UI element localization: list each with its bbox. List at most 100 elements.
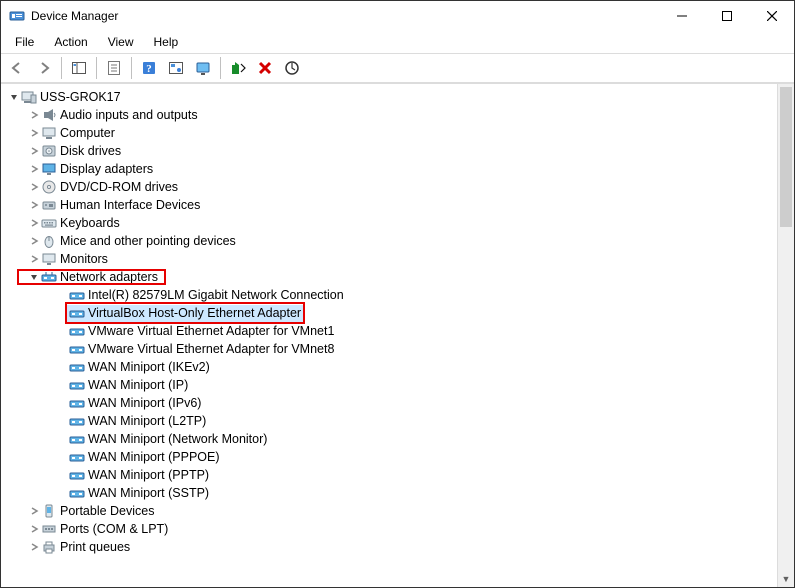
tree-category-label: Disk drives xyxy=(60,142,121,160)
disk-icon xyxy=(41,143,57,159)
tree-category[interactable]: Keyboards xyxy=(5,214,777,232)
menu-action[interactable]: Action xyxy=(46,33,95,51)
portable-icon xyxy=(41,503,57,519)
tree-category[interactable]: Mice and other pointing devices xyxy=(5,232,777,250)
tree-root[interactable]: USS-GROK17 xyxy=(5,88,777,106)
minimize-button[interactable] xyxy=(659,2,704,30)
scrollbar-thumb[interactable] xyxy=(780,87,792,227)
vertical-scrollbar[interactable]: ▲ ▼ xyxy=(777,84,794,587)
menu-help[interactable]: Help xyxy=(146,33,187,51)
chevron-right-icon[interactable] xyxy=(27,146,41,156)
tree-category[interactable]: Disk drives xyxy=(5,142,777,160)
tree-category-label: Computer xyxy=(60,124,115,142)
network-adapter-icon xyxy=(69,287,85,303)
tree-category-label: Human Interface Devices xyxy=(60,196,200,214)
uninstall-device-button[interactable] xyxy=(253,56,277,80)
properties-button[interactable] xyxy=(102,56,126,80)
tree-category[interactable]: Print queues xyxy=(5,538,777,556)
tree-category-label: Keyboards xyxy=(60,214,120,232)
tree-category[interactable]: Computer xyxy=(5,124,777,142)
toolbar: ? xyxy=(1,53,794,83)
chevron-right-icon[interactable] xyxy=(27,218,41,228)
close-button[interactable] xyxy=(749,2,794,30)
tree-category-label: Print queues xyxy=(60,538,130,556)
tree-category-label: Ports (COM & LPT) xyxy=(60,520,168,538)
menu-file[interactable]: File xyxy=(7,33,42,51)
window-controls xyxy=(659,2,794,30)
tree-category[interactable]: DVD/CD-ROM drives xyxy=(5,178,777,196)
tree-device-label: WAN Miniport (SSTP) xyxy=(88,484,209,502)
tree-device[interactable]: VirtualBox Host-Only Ethernet Adapter xyxy=(5,304,777,322)
mouse-icon xyxy=(41,233,57,249)
tree-device-label: WAN Miniport (Network Monitor) xyxy=(88,430,267,448)
chevron-right-icon[interactable] xyxy=(27,542,41,552)
network-adapter-icon xyxy=(69,413,85,429)
toolbar-separator xyxy=(131,57,132,79)
menu-view[interactable]: View xyxy=(100,33,142,51)
tree-category[interactable]: Display adapters xyxy=(5,160,777,178)
tree-device[interactable]: WAN Miniport (PPTP) xyxy=(5,466,777,484)
tree-category[interactable]: Monitors xyxy=(5,250,777,268)
tree-device[interactable]: WAN Miniport (PPPOE) xyxy=(5,448,777,466)
tree-device[interactable]: WAN Miniport (L2TP) xyxy=(5,412,777,430)
app-icon xyxy=(9,8,25,24)
toolbar-separator xyxy=(61,57,62,79)
chevron-right-icon[interactable] xyxy=(27,110,41,120)
tree-device-label: VMware Virtual Ethernet Adapter for VMne… xyxy=(88,340,334,358)
scroll-down-button[interactable]: ▼ xyxy=(778,570,794,587)
print-icon xyxy=(41,539,57,555)
chevron-right-icon[interactable] xyxy=(27,182,41,192)
tree-device-label: WAN Miniport (PPTP) xyxy=(88,466,209,484)
menu-bar: File Action View Help xyxy=(1,31,794,53)
tree-device[interactable]: WAN Miniport (IKEv2) xyxy=(5,358,777,376)
tree-category[interactable]: Audio inputs and outputs xyxy=(5,106,777,124)
enable-device-button[interactable] xyxy=(191,56,215,80)
tree-category[interactable]: Human Interface Devices xyxy=(5,196,777,214)
tree-device[interactable]: WAN Miniport (SSTP) xyxy=(5,484,777,502)
tree-category-label: Mice and other pointing devices xyxy=(60,232,236,250)
maximize-button[interactable] xyxy=(704,2,749,30)
disable-device-button[interactable] xyxy=(226,56,250,80)
help-button[interactable]: ? xyxy=(137,56,161,80)
tree-category[interactable]: Ports (COM & LPT) xyxy=(5,520,777,538)
chevron-right-icon[interactable] xyxy=(27,128,41,138)
chevron-right-icon[interactable] xyxy=(27,200,41,210)
chevron-right-icon[interactable] xyxy=(27,164,41,174)
tree-device[interactable]: Intel(R) 82579LM Gigabit Network Connect… xyxy=(5,286,777,304)
display-icon xyxy=(41,161,57,177)
tree-device-label: VMware Virtual Ethernet Adapter for VMne… xyxy=(88,322,334,340)
tree-device-label: WAN Miniport (IKEv2) xyxy=(88,358,210,376)
tree-category-label: Network adapters xyxy=(60,268,158,286)
network-adapter-icon xyxy=(69,341,85,357)
tree-category-label: DVD/CD-ROM drives xyxy=(60,178,178,196)
tree-category-network[interactable]: Network adapters xyxy=(5,268,777,286)
update-driver-button[interactable] xyxy=(164,56,188,80)
scan-hardware-button[interactable] xyxy=(280,56,304,80)
tree-device[interactable]: WAN Miniport (Network Monitor) xyxy=(5,430,777,448)
content-area: USS-GROK17 Audio inputs and outputsCompu… xyxy=(1,83,794,587)
toolbar-separator xyxy=(220,57,221,79)
chevron-right-icon[interactable] xyxy=(27,524,41,534)
chevron-right-icon[interactable] xyxy=(27,236,41,246)
tree-device-label: VirtualBox Host-Only Ethernet Adapter xyxy=(88,304,301,322)
svg-text:?: ? xyxy=(146,63,152,75)
device-tree[interactable]: USS-GROK17 Audio inputs and outputsCompu… xyxy=(1,84,777,587)
tree-device[interactable]: WAN Miniport (IP) xyxy=(5,376,777,394)
tree-category-label: Audio inputs and outputs xyxy=(60,106,198,124)
back-button[interactable] xyxy=(5,56,29,80)
chevron-right-icon[interactable] xyxy=(27,254,41,264)
tree-category[interactable]: Portable Devices xyxy=(5,502,777,520)
network-adapter-icon xyxy=(69,485,85,501)
tree-device[interactable]: VMware Virtual Ethernet Adapter for VMne… xyxy=(5,340,777,358)
tree-category-label: Monitors xyxy=(60,250,108,268)
chevron-down-icon[interactable] xyxy=(27,272,41,282)
forward-button[interactable] xyxy=(32,56,56,80)
chevron-right-icon[interactable] xyxy=(27,506,41,516)
show-hide-tree-button[interactable] xyxy=(67,56,91,80)
chevron-down-icon[interactable] xyxy=(7,92,21,102)
tree-device-label: WAN Miniport (PPPOE) xyxy=(88,448,220,466)
tree-device[interactable]: VMware Virtual Ethernet Adapter for VMne… xyxy=(5,322,777,340)
tree-device[interactable]: WAN Miniport (IPv6) xyxy=(5,394,777,412)
window-title: Device Manager xyxy=(31,9,659,23)
toolbar-separator xyxy=(96,57,97,79)
